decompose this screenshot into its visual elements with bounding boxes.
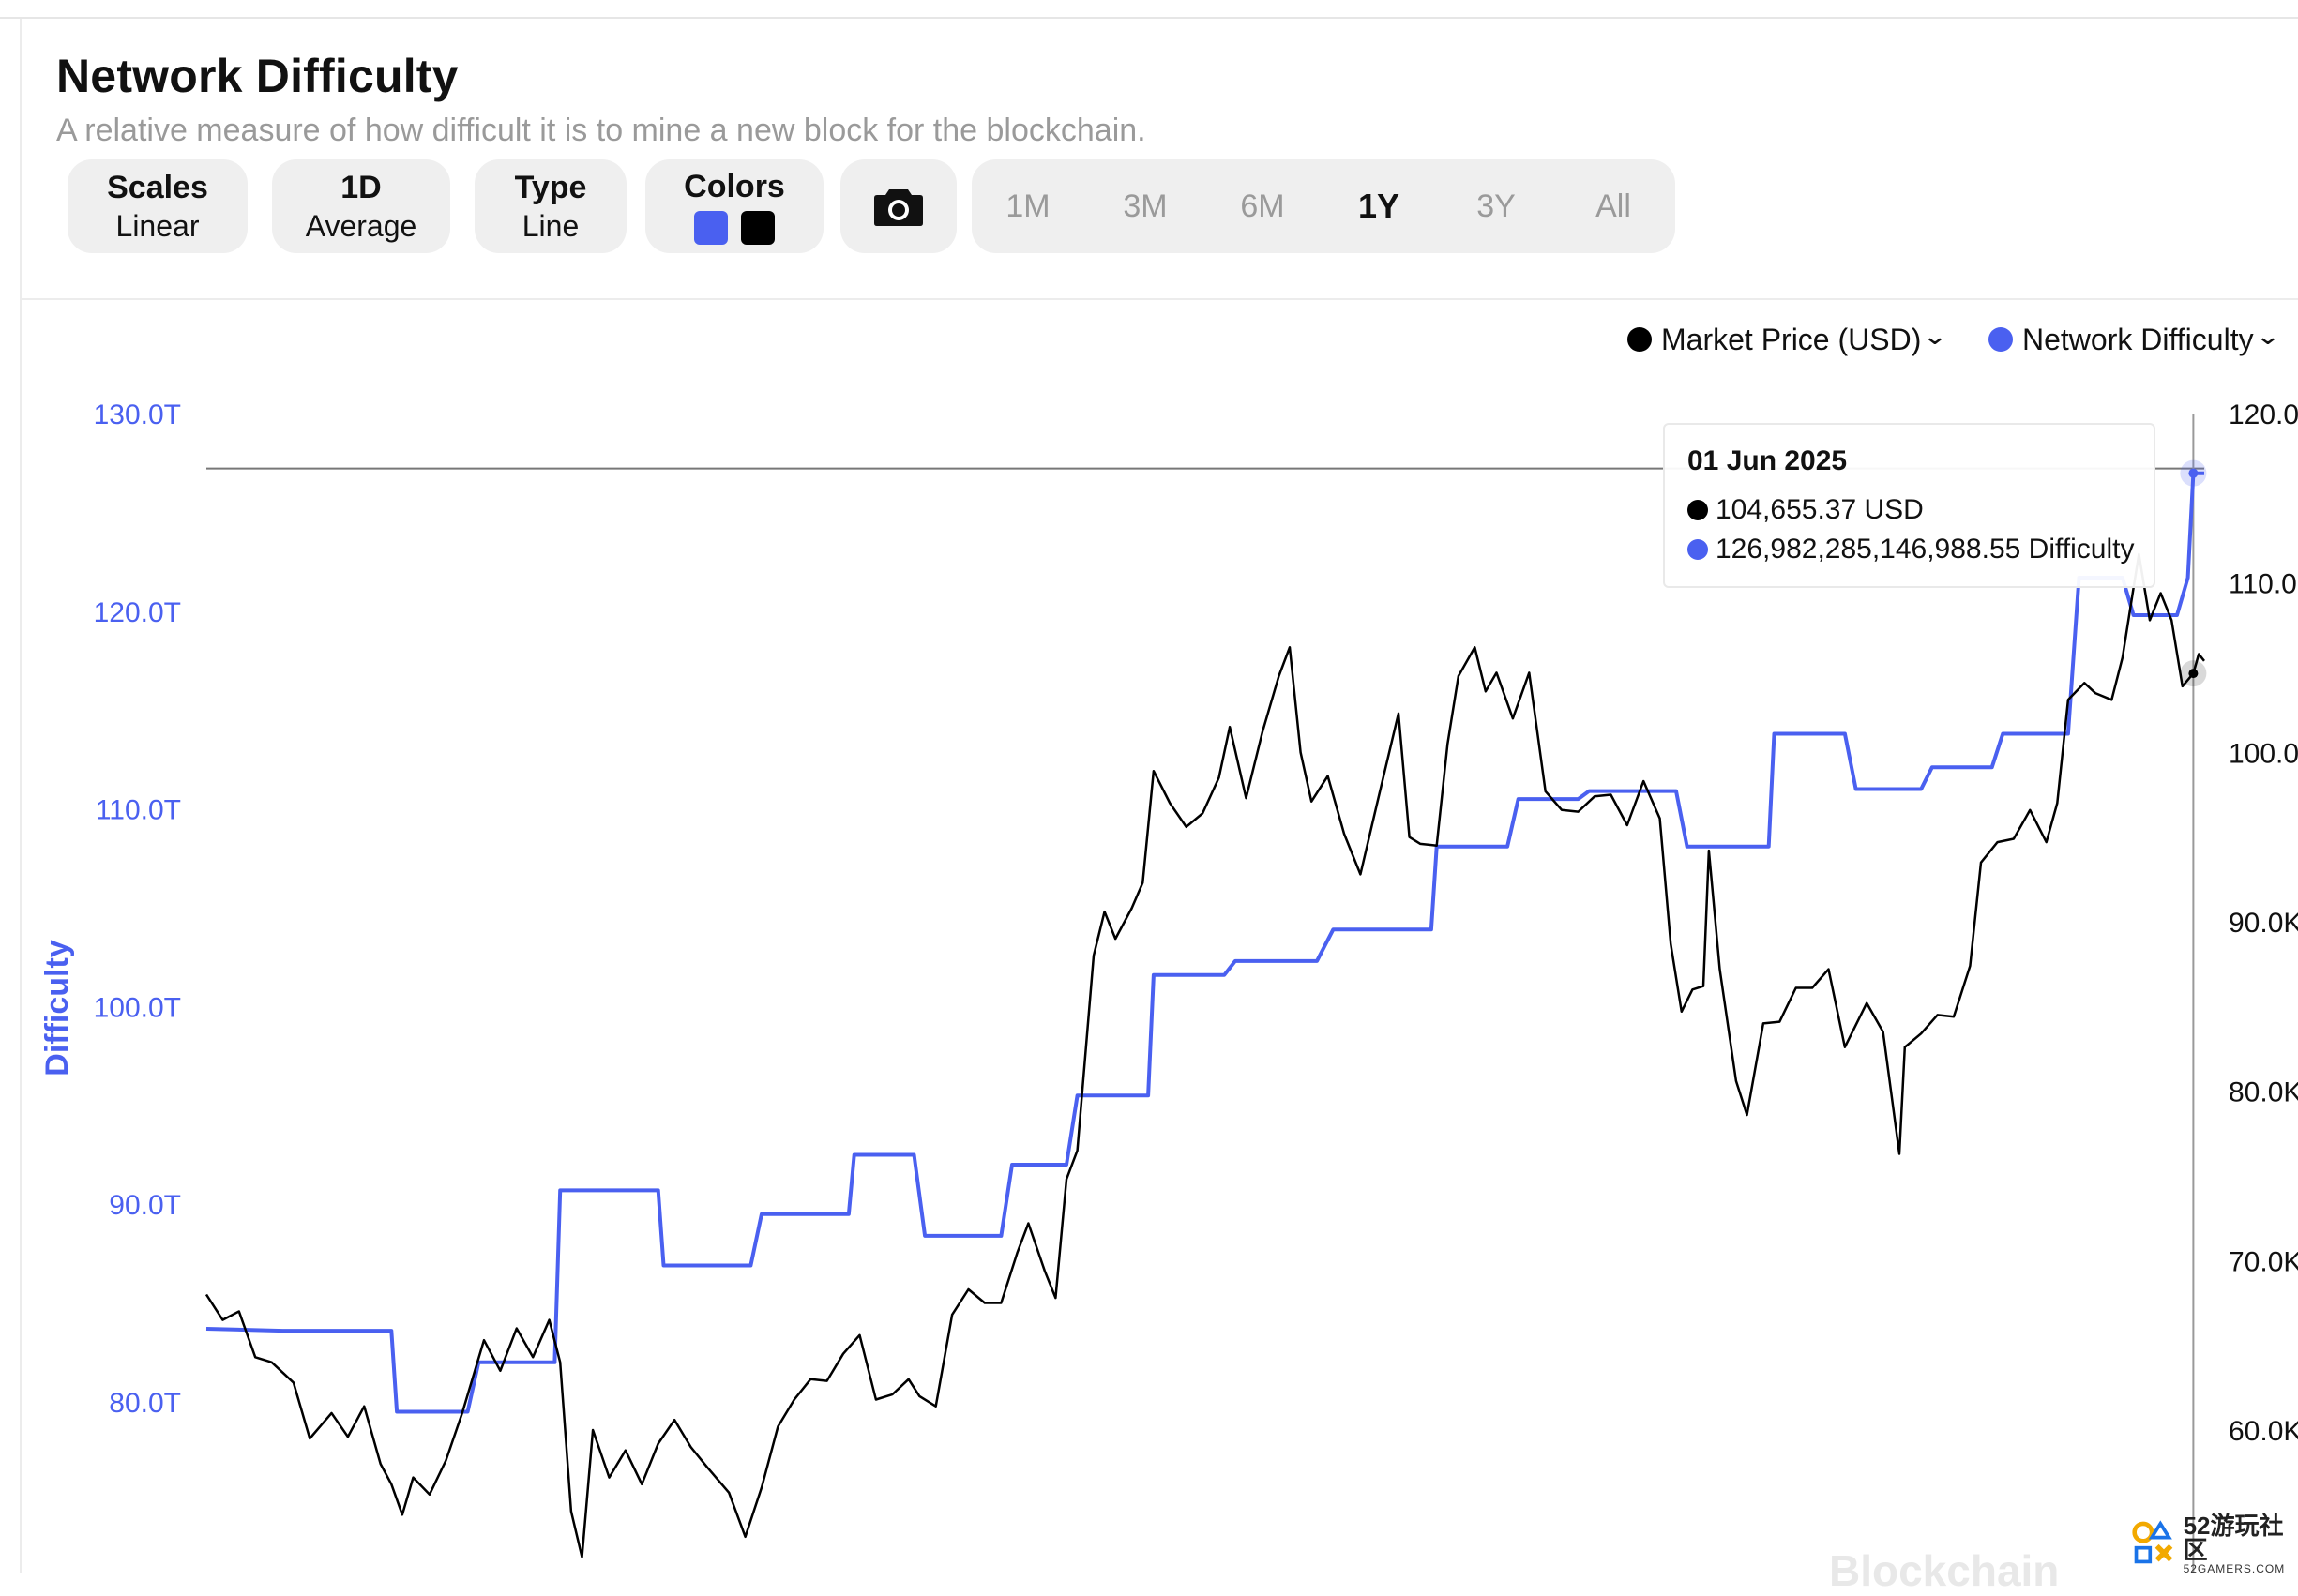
right-axis-tick: 80.0K — [2229, 1077, 2298, 1108]
left-axis-tick: 130.0T — [94, 399, 181, 430]
right-axis-tick: 110.0 — [2229, 569, 2297, 600]
right-axis-tick: 60.0K — [2229, 1416, 2298, 1447]
tooltip-dot-price — [1687, 500, 1708, 520]
left-axis-tick: 100.0T — [94, 992, 181, 1023]
left-axis-tick: 90.0T — [109, 1190, 181, 1221]
right-axis-tick: 70.0K — [2229, 1246, 2298, 1277]
site-badge: 52游玩社区 52GAMERS.COM — [2131, 1513, 2298, 1575]
series-line-market-price — [204, 552, 2205, 1558]
chart-plot[interactable]: 130.0T 120.0T 110.0T 100.0T 90.0T 80.0T 120.0 1… — [0, 0, 2298, 1573]
badge-title: 52游玩社区 — [2183, 1512, 2284, 1564]
tooltip-date: 01 Jun 2025 — [1687, 445, 1848, 476]
left-axis-tick: 120.0T — [94, 597, 181, 628]
series-line-network-difficulty — [205, 471, 2204, 1414]
right-axis-tick: 100.0 — [2229, 738, 2298, 769]
chart-tooltip: 01 Jun 2025 104,655.37 USD 126,982,285,1… — [1663, 423, 2155, 588]
right-axis-tick: 90.0K — [2229, 908, 2298, 939]
y-axis-label: Difficulty — [39, 940, 75, 1077]
tooltip-dot-difficulty — [1687, 539, 1708, 560]
gamepad-icon — [2132, 1520, 2173, 1564]
tooltip-difficulty: 126,982,285,146,988.55 Difficulty — [1716, 534, 2135, 565]
tooltip-price: 104,655.37 USD — [1716, 494, 1924, 525]
hover-point-price — [2188, 669, 2199, 679]
hover-point-difficulty — [2188, 468, 2199, 478]
right-axis-tick: 120.0 — [2229, 399, 2298, 430]
left-axis-tick: 110.0T — [96, 795, 181, 826]
left-axis-tick: 80.0T — [109, 1388, 181, 1419]
watermark: Blockchain — [1829, 1546, 2060, 1595]
